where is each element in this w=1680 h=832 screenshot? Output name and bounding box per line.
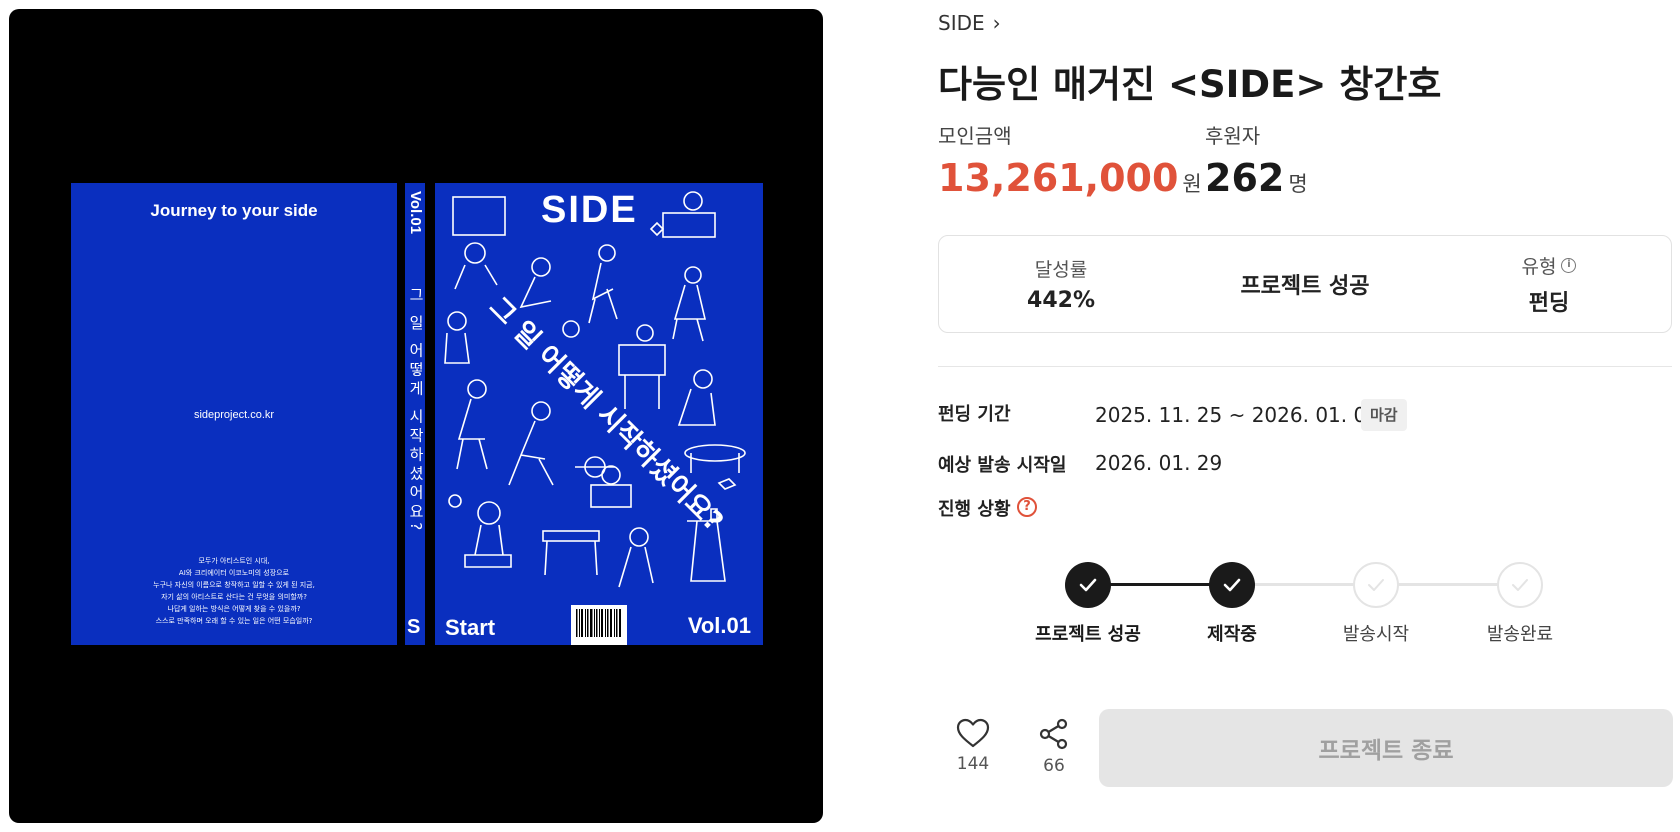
like-count: 144: [956, 754, 990, 774]
project-status: 프로젝트 성공: [1183, 236, 1427, 332]
divider: [938, 366, 1672, 367]
back-cover-blurb: 모두가 아티스트인 시대, AI와 크리에이터 이코노미의 성장으로 누구나 자…: [153, 557, 315, 625]
backers-unit: 명: [1288, 172, 1308, 196]
front-cover-volume: Vol.01: [687, 613, 751, 638]
check-icon: [1512, 579, 1528, 591]
closed-badge: 마감: [1361, 399, 1407, 431]
step-circle-shipping-done: [1497, 562, 1543, 608]
spine-volume: Vol.01: [407, 191, 424, 235]
check-icon: [1079, 578, 1097, 592]
share-button[interactable]: 66: [1029, 718, 1079, 776]
type-value: 펀딩: [1528, 290, 1570, 316]
breadcrumb-label[interactable]: SIDE: [938, 11, 985, 35]
status-value: 프로젝트 성공: [1240, 274, 1370, 299]
book-back-cover: Journey to your side sideproject.co.kr 모…: [71, 183, 397, 645]
amount-unit: 원: [1182, 172, 1202, 196]
rate-value: 442%: [1027, 288, 1095, 313]
front-cover-logo: SIDE: [541, 189, 638, 231]
achievement-rate: 달성률 442%: [939, 236, 1183, 332]
project-title: 다능인 매거진 <SIDE> 창간호: [938, 63, 1442, 106]
project-ended-button[interactable]: 프로젝트 종료: [1099, 709, 1673, 787]
heart-icon: [956, 718, 990, 748]
type-label: 유형: [1521, 255, 1557, 278]
check-icon: [1223, 578, 1241, 592]
step-circle-shipping-start: [1353, 562, 1399, 608]
like-button[interactable]: 144: [948, 718, 998, 774]
chevron-right-icon: ›: [992, 11, 1001, 35]
backers-label: 후원자: [1205, 124, 1261, 148]
rate-label: 달성률: [1034, 259, 1088, 281]
progress-label: 진행 상황: [938, 499, 1011, 520]
step-label-success: 프로젝트 성공: [1035, 624, 1141, 645]
funding-period-label: 펀딩 기간: [938, 404, 1011, 425]
funding-period-value: 2025. 11. 25 ~ 2026. 01. 09: [1095, 403, 1379, 427]
back-cover-url: sideproject.co.kr: [193, 409, 275, 421]
step-circle-success: [1065, 562, 1111, 608]
step-label-shipping-start: 발송시작: [1342, 624, 1410, 645]
amount-number: 13,261,000: [938, 156, 1179, 200]
backers-value: 262 명: [1205, 156, 1308, 200]
check-icon: [1368, 579, 1384, 591]
spine-title: 그 일 어떻게 시작하셨어요?: [407, 287, 425, 535]
amount-label: 모인금액: [938, 124, 1012, 148]
project-type: 유형 i 펀딩: [1427, 236, 1671, 332]
backers-number: 262: [1205, 156, 1285, 200]
type-label-row: 유형 i: [1522, 252, 1577, 279]
book-spine: Vol.01 그 일 어떻게 시작하셨어요? S: [405, 183, 425, 645]
back-cover-tagline: Journey to your side: [150, 201, 318, 220]
amount-value: 13,261,000 원: [938, 156, 1202, 200]
breadcrumb[interactable]: SIDE ›: [938, 11, 1001, 35]
help-icon[interactable]: ?: [1017, 497, 1037, 517]
step-circle-producing: [1209, 562, 1255, 608]
shipping-date-value: 2026. 01. 29: [1095, 451, 1223, 475]
product-image: Journey to your side sideproject.co.kr 모…: [9, 9, 823, 823]
barcode: [571, 605, 627, 645]
step-label-producing: 제작중: [1207, 624, 1257, 645]
share-icon: [1039, 718, 1068, 750]
summary-box: 달성률 442% 프로젝트 성공 유형 i 펀딩: [938, 235, 1672, 333]
shipping-date-label: 예상 발송 시작일: [938, 455, 1067, 476]
info-icon[interactable]: i: [1561, 257, 1577, 273]
share-count: 66: [1043, 756, 1065, 776]
spine-logo-letter: S: [407, 616, 421, 638]
step-label-shipping-done: 발송완료: [1486, 624, 1554, 645]
book-front-cover: SIDE 그 일 어떻게 시작하셨어요? Start Vol.01: [435, 183, 763, 645]
front-cover-start: Start: [445, 615, 496, 640]
